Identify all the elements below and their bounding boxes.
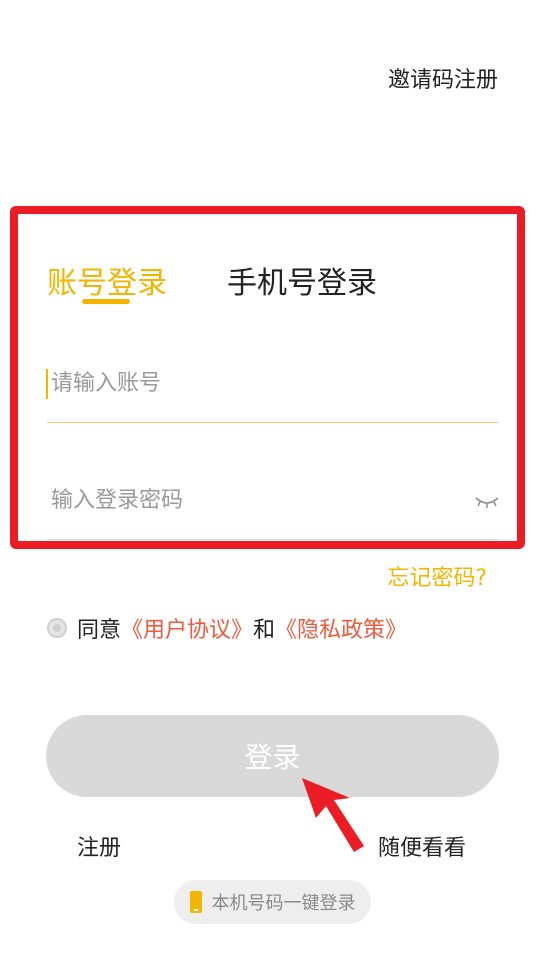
- eye-closed-icon[interactable]: [474, 494, 500, 510]
- privacy-policy-link[interactable]: 《隐私政策》: [275, 612, 407, 644]
- browse-link[interactable]: 随便看看: [378, 830, 466, 862]
- active-tab-indicator: [82, 299, 130, 304]
- account-input-underline: [47, 422, 499, 423]
- password-input-underline: [47, 539, 499, 540]
- forgot-password-link[interactable]: 忘记密码?: [387, 560, 487, 592]
- arrow-pointer-icon: [302, 778, 364, 852]
- agree-label: 同意: [77, 618, 122, 643]
- agreement-row: 同意 《用户协议》 和 《隐私政策》: [47, 612, 407, 644]
- one-key-login-button[interactable]: 本机号码一键登录: [174, 880, 371, 924]
- invite-code-register-link[interactable]: 邀请码注册: [388, 62, 498, 94]
- tab-account-login[interactable]: 账号登录: [47, 258, 167, 302]
- login-button[interactable]: 登录: [46, 715, 499, 797]
- radio-icon[interactable]: [47, 618, 67, 638]
- text-caret: [46, 369, 48, 399]
- one-key-login-label: 本机号码一键登录: [211, 893, 356, 914]
- password-input[interactable]: [47, 483, 503, 517]
- tab-phone-login[interactable]: 手机号登录: [227, 258, 377, 302]
- register-link[interactable]: 注册: [77, 830, 121, 862]
- phone-icon: [189, 891, 202, 913]
- account-input[interactable]: [47, 366, 503, 400]
- user-agreement-link[interactable]: 《用户协议》: [121, 612, 253, 644]
- and-label: 和: [253, 618, 276, 643]
